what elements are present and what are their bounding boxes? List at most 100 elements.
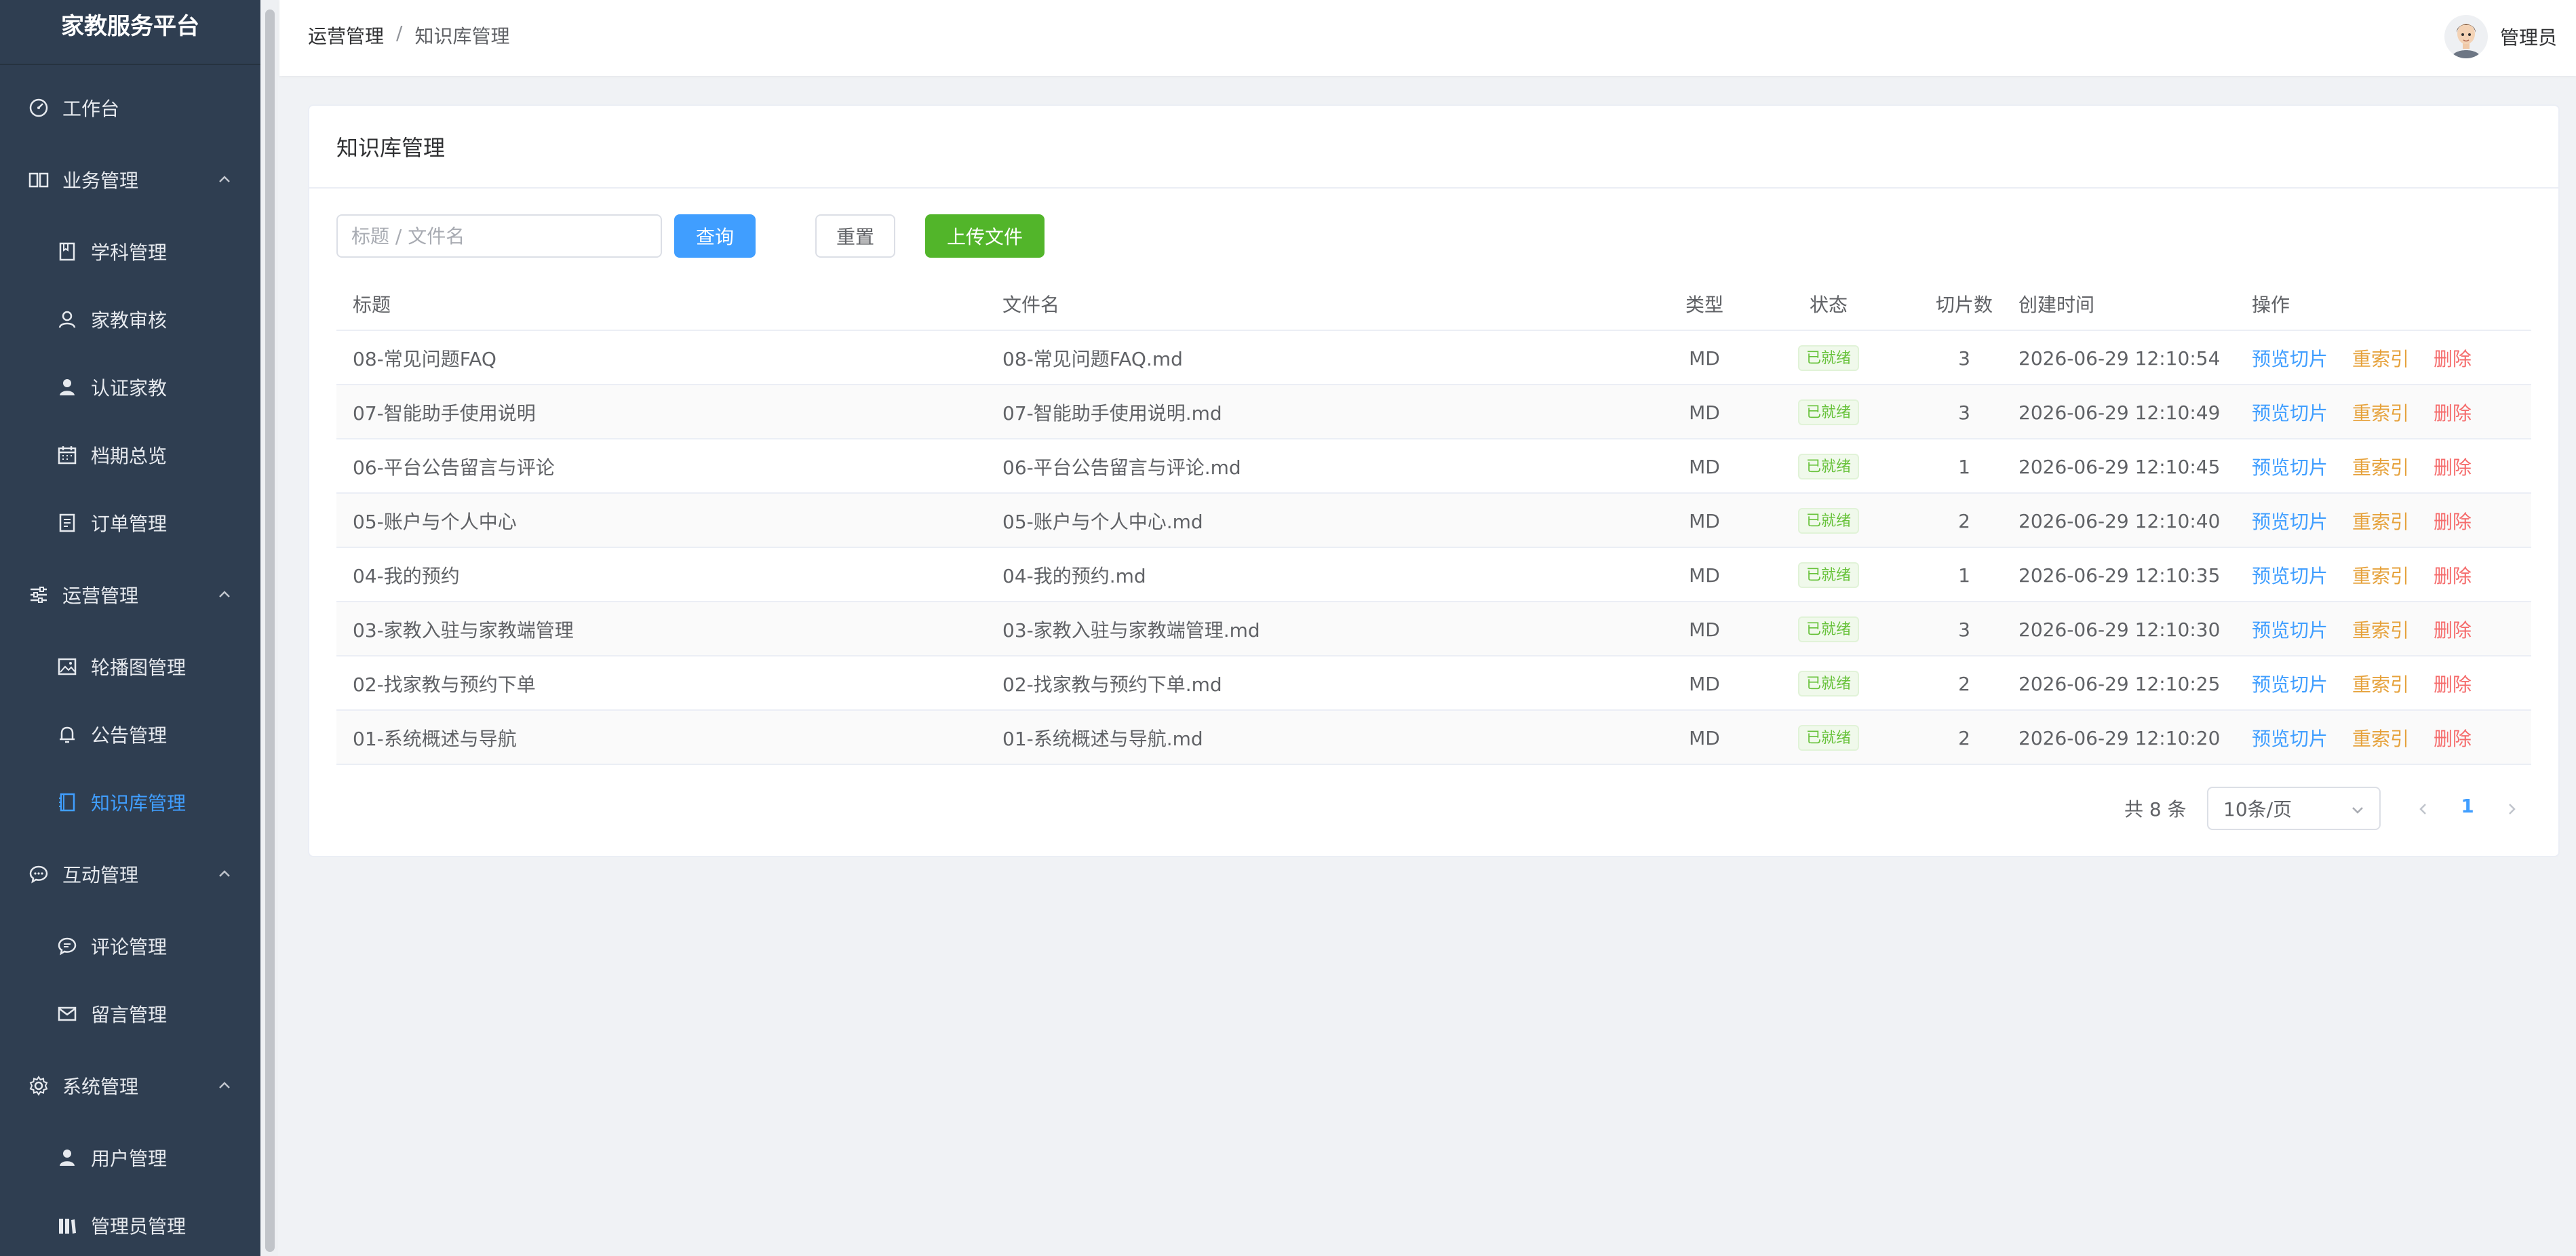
sidebar-item-admins[interactable]: 管理员管理 — [0, 1195, 260, 1256]
sidebar-item-label: 用户管理 — [91, 1147, 168, 1170]
calendar-icon — [56, 444, 79, 467]
row-type: MD — [1689, 726, 1720, 749]
page-size-select[interactable]: 10条/页 — [2207, 787, 2381, 830]
knowledge-table: 标题 文件名 类型 状态 切片数 创建时间 操作 08-常见问题FAQ 08-常… — [336, 277, 2531, 765]
delete-link[interactable]: 删除 — [2434, 562, 2472, 589]
column-header-title: 标题 — [353, 294, 391, 316]
row-title: 04-我的预约 — [353, 565, 460, 587]
sidebar-item-label: 业务管理 — [62, 170, 139, 192]
row-created-time: 2026-06-29 12:10:45 — [2018, 455, 2221, 478]
delete-link[interactable]: 删除 — [2434, 399, 2472, 426]
delete-link[interactable]: 删除 — [2434, 670, 2472, 697]
user-menu[interactable]: 管理员 — [2444, 14, 2557, 60]
reindex-link[interactable]: 重索引 — [2352, 399, 2409, 426]
status-badge: 已就绪 — [1797, 671, 1859, 696]
breadcrumb: 运营管理 / 知识库管理 — [308, 22, 509, 49]
sidebar-group-interaction[interactable]: 互动管理 — [0, 844, 260, 905]
search-input[interactable] — [336, 214, 662, 258]
row-filename: 02-找家教与预约下单.md — [1002, 673, 1222, 696]
total-count: 共 8 条 — [2124, 798, 2187, 821]
preview-chunks-link[interactable]: 预览切片 — [2252, 670, 2328, 697]
chevron-up-icon — [219, 870, 230, 877]
breadcrumb-item-operations[interactable]: 运营管理 — [308, 22, 384, 49]
upload-file-button[interactable]: 上传文件 — [925, 214, 1045, 258]
row-filename: 08-常见问题FAQ.md — [1002, 348, 1183, 370]
sidebar-item-label: 学科管理 — [91, 241, 168, 264]
sidebar-group-system[interactable]: 系统管理 — [0, 1055, 260, 1116]
delete-link[interactable]: 删除 — [2434, 507, 2472, 534]
row-type: MD — [1689, 401, 1720, 424]
reindex-link[interactable]: 重索引 — [2352, 670, 2409, 697]
sidebar-group-business[interactable]: 业务管理 — [0, 149, 260, 210]
chevron-right-icon[interactable] — [2503, 800, 2520, 818]
reindex-link[interactable]: 重索引 — [2352, 345, 2409, 372]
row-created-time: 2026-06-29 12:10:25 — [2018, 672, 2221, 695]
table-row: 07-智能助手使用说明 07-智能助手使用说明.md MD 已就绪 3 2026… — [336, 385, 2531, 439]
column-header-status: 状态 — [1809, 294, 1848, 316]
sidebar-scrollbar[interactable] — [265, 9, 275, 1252]
row-chunk-count: 3 — [1958, 618, 1970, 641]
breadcrumb-item-current: 知识库管理 — [414, 25, 510, 47]
status-badge: 已就绪 — [1797, 508, 1859, 534]
sidebar-item-tutor-review[interactable]: 家教审核 — [0, 289, 260, 350]
reindex-link[interactable]: 重索引 — [2352, 562, 2409, 589]
reindex-link[interactable]: 重索引 — [2352, 507, 2409, 534]
row-title: 02-找家教与预约下单 — [353, 673, 536, 696]
sidebar-item-dashboard[interactable]: 工作台 — [0, 77, 260, 138]
sidebar-item-announcements[interactable]: 公告管理 — [0, 704, 260, 765]
page-number-current[interactable]: 1 — [2454, 795, 2481, 817]
sidebar-item-schedule[interactable]: 档期总览 — [0, 425, 260, 486]
chevron-left-icon[interactable] — [2415, 800, 2432, 818]
sidebar-item-label: 家教审核 — [91, 309, 168, 332]
row-type: MD — [1689, 618, 1720, 641]
reindex-link[interactable]: 重索引 — [2352, 453, 2409, 480]
sidebar-item-banners[interactable]: 轮播图管理 — [0, 636, 260, 697]
sidebar-item-label: 互动管理 — [62, 864, 139, 886]
preview-chunks-link[interactable]: 预览切片 — [2252, 399, 2328, 426]
book-icon — [27, 168, 50, 191]
preview-chunks-link[interactable]: 预览切片 — [2252, 724, 2328, 751]
row-chunk-count: 2 — [1958, 726, 1970, 749]
preview-chunks-link[interactable]: 预览切片 — [2252, 507, 2328, 534]
preview-chunks-link[interactable]: 预览切片 — [2252, 616, 2328, 643]
sidebar-group-operations[interactable]: 运营管理 — [0, 564, 260, 625]
reset-button[interactable]: 重置 — [815, 214, 895, 258]
row-type: MD — [1689, 564, 1720, 587]
column-header-chunks: 切片数 — [1935, 294, 1993, 316]
reindex-link[interactable]: 重索引 — [2352, 724, 2409, 751]
delete-link[interactable]: 删除 — [2434, 453, 2472, 480]
breadcrumb-separator: / — [396, 22, 403, 44]
username[interactable]: 管理员 — [2500, 23, 2557, 50]
delete-link[interactable]: 删除 — [2434, 345, 2472, 372]
reindex-link[interactable]: 重索引 — [2352, 616, 2409, 643]
chevron-up-icon — [219, 1082, 230, 1088]
table-row: 02-找家教与预约下单 02-找家教与预约下单.md MD 已就绪 2 2026… — [336, 656, 2531, 711]
row-actions: 预览切片 重索引 删除 — [2252, 548, 2472, 602]
search-toolbar: 查询 重置 上传文件 — [336, 214, 1082, 259]
avatar[interactable] — [2444, 15, 2488, 58]
sidebar-item-knowledge-base[interactable]: 知识库管理 — [0, 772, 260, 833]
sidebar-item-users[interactable]: 用户管理 — [0, 1127, 260, 1188]
sidebar-item-orders[interactable]: 订单管理 — [0, 492, 260, 553]
row-created-time: 2026-06-29 12:10:54 — [2018, 347, 2221, 370]
preview-chunks-link[interactable]: 预览切片 — [2252, 562, 2328, 589]
status-badge: 已就绪 — [1797, 454, 1859, 479]
gear-icon — [27, 1074, 50, 1097]
sidebar-item-messages[interactable]: 留言管理 — [0, 983, 260, 1044]
sidebar-item-certified-tutors[interactable]: 认证家教 — [0, 357, 260, 418]
query-button[interactable]: 查询 — [674, 214, 756, 258]
sidebar-item-comments[interactable]: 评论管理 — [0, 916, 260, 977]
sidebar-item-subjects[interactable]: 学科管理 — [0, 221, 260, 282]
row-filename: 01-系统概述与导航.md — [1002, 728, 1203, 750]
table-header: 标题 文件名 类型 状态 切片数 创建时间 操作 — [336, 277, 2531, 331]
chevron-up-icon — [219, 176, 230, 182]
sidebar-item-label: 留言管理 — [91, 1004, 168, 1026]
row-title: 08-常见问题FAQ — [353, 348, 496, 370]
message-icon — [56, 1002, 79, 1025]
preview-chunks-link[interactable]: 预览切片 — [2252, 453, 2328, 480]
row-chunk-count: 2 — [1958, 672, 1970, 695]
delete-link[interactable]: 删除 — [2434, 724, 2472, 751]
preview-chunks-link[interactable]: 预览切片 — [2252, 345, 2328, 372]
delete-link[interactable]: 删除 — [2434, 616, 2472, 643]
sidebar-item-label: 管理员管理 — [91, 1215, 187, 1238]
